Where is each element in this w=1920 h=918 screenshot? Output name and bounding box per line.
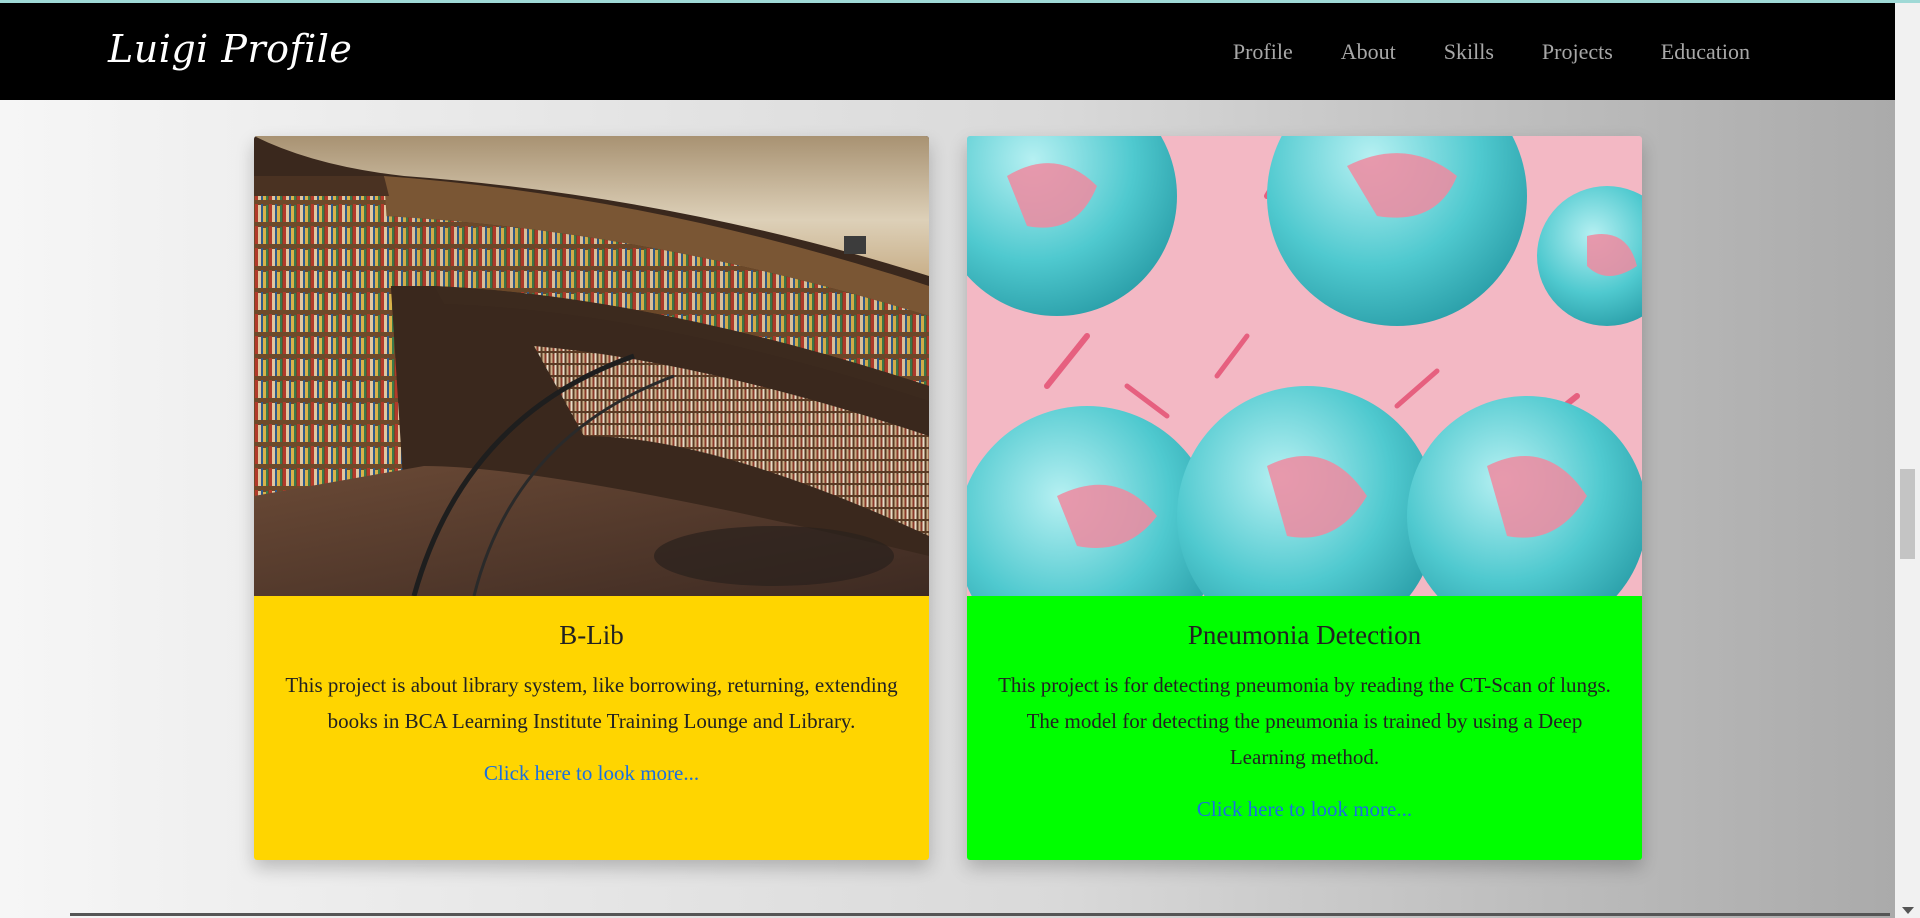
nav-link-projects[interactable]: Projects — [1542, 39, 1613, 65]
nav-menu: Profile About Skills Projects Education — [1233, 39, 1750, 65]
navbar: Luigi Profile Profile About Skills Proje… — [0, 3, 1895, 100]
project-description: This project is about library system, li… — [285, 673, 898, 733]
project-card-body: B-Lib This project is about library syst… — [254, 596, 929, 860]
horizontal-scrollbar-track — [70, 913, 1890, 916]
nav-link-profile[interactable]: Profile — [1233, 39, 1293, 65]
scroll-down-arrow-icon[interactable] — [1902, 907, 1914, 914]
project-card-body: Pneumonia Detection This project is for … — [967, 596, 1642, 860]
look-more-link[interactable]: Click here to look more... — [484, 761, 699, 786]
virus-illustration — [967, 136, 1642, 596]
vertical-scrollbar[interactable] — [1895, 3, 1920, 918]
project-title: B-Lib — [559, 620, 624, 650]
scrollbar-thumb[interactable] — [1900, 469, 1915, 559]
project-title: Pneumonia Detection — [1187, 620, 1422, 650]
nav-link-about[interactable]: About — [1341, 39, 1396, 65]
nav-link-education[interactable]: Education — [1661, 39, 1750, 65]
look-more-link[interactable]: Click here to look more... — [1197, 797, 1412, 822]
project-card-pneumonia: Pneumonia Detection This project is for … — [967, 136, 1642, 860]
library-photo — [254, 136, 929, 596]
brand-logo[interactable]: Luigi Profile — [108, 27, 352, 71]
project-card-blib: B-Lib This project is about library syst… — [254, 136, 929, 860]
nav-link-skills[interactable]: Skills — [1444, 39, 1494, 65]
project-description: This project is for detecting pneumonia … — [998, 673, 1611, 769]
